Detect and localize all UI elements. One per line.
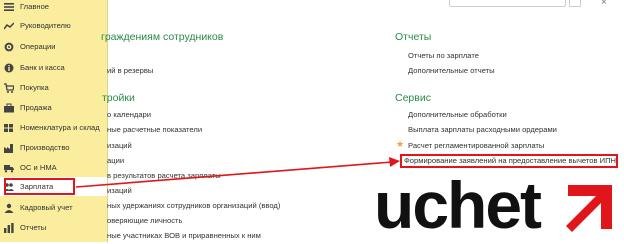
logo-text: uchet bbox=[374, 170, 542, 242]
arrow-up-right-icon bbox=[566, 185, 612, 232]
uchet-logo: uchet bbox=[372, 168, 622, 242]
